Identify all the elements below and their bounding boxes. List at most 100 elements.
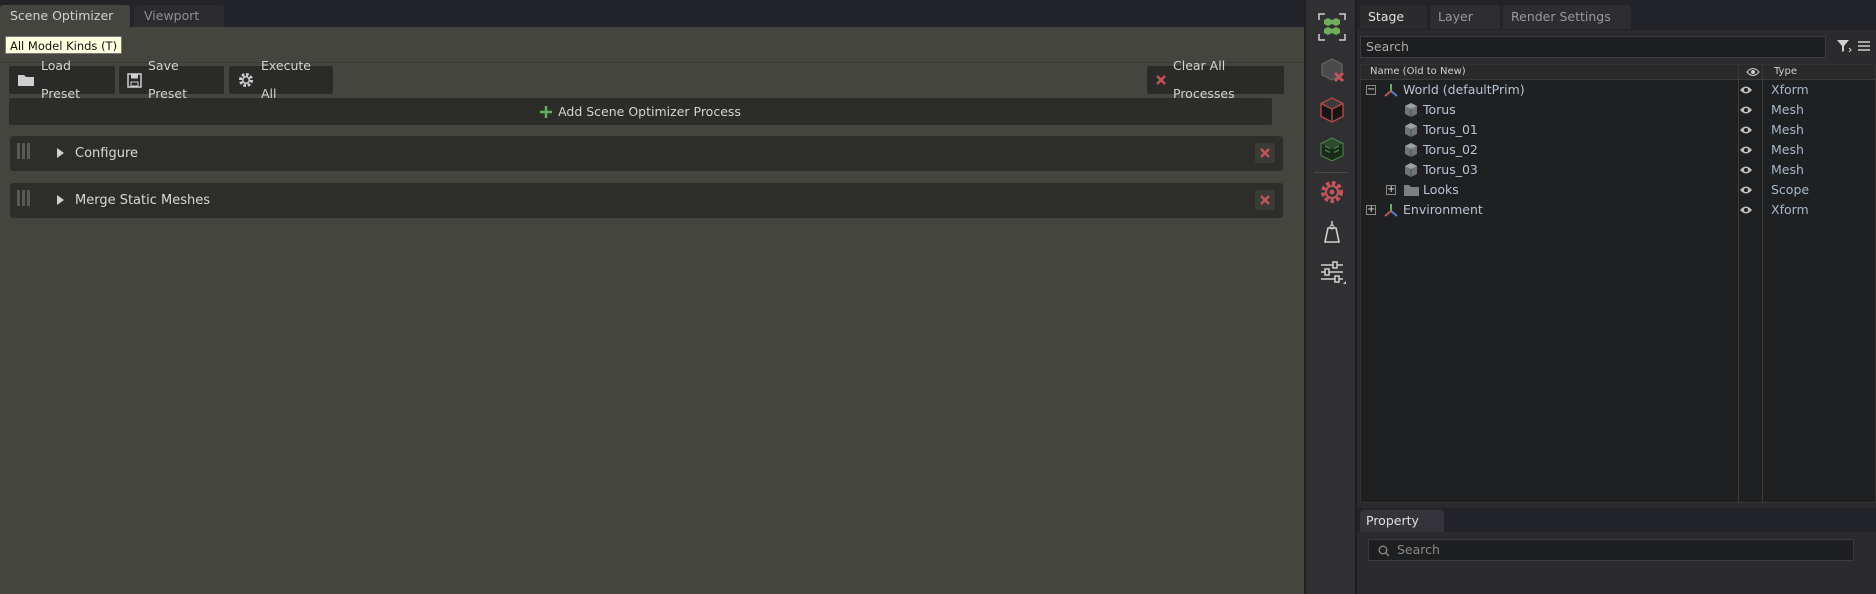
mesh-icon xyxy=(1405,103,1417,117)
select-model-kinds-button[interactable] xyxy=(1317,12,1347,42)
visibility-eye-icon[interactable] xyxy=(1739,185,1753,195)
visibility-eye-icon[interactable] xyxy=(1739,205,1753,215)
visibility-eye-icon[interactable] xyxy=(1739,105,1753,115)
process-label: Merge Static Meshes xyxy=(75,193,211,208)
gear-icon xyxy=(1321,181,1343,203)
expand-toggle[interactable]: + xyxy=(1386,185,1396,195)
app-window: Scene Optimizer Viewport All Model Kinds… xyxy=(0,0,1876,594)
left-tab-bar: Scene Optimizer Viewport xyxy=(0,0,1304,27)
tree-row-type: Mesh xyxy=(1771,122,1804,137)
mesh-mode-button[interactable] xyxy=(1317,95,1347,125)
remove-process-button[interactable] xyxy=(1255,143,1275,163)
tab-viewport[interactable]: Viewport xyxy=(134,5,224,27)
menu-icon[interactable] xyxy=(1856,38,1872,54)
plus-icon xyxy=(540,105,553,118)
property-search-placeholder: Search xyxy=(1397,542,1440,557)
tree-row-environment[interactable]: + Environment Xform xyxy=(1361,200,1875,220)
weight-tool-button[interactable] xyxy=(1317,217,1347,247)
property-search-input[interactable]: Search xyxy=(1368,539,1854,561)
folder-icon xyxy=(18,75,34,86)
clear-all-processes-button[interactable]: Clear All Processes xyxy=(1147,58,1284,101)
green-cube-icon xyxy=(1320,137,1344,162)
search-icon xyxy=(1378,545,1390,557)
expand-toggle[interactable]: + xyxy=(1366,205,1376,215)
drag-handle-icon[interactable] xyxy=(17,190,31,206)
red-cube-icon xyxy=(1320,97,1344,123)
mesh-icon xyxy=(1405,143,1417,157)
expand-arrow-icon[interactable] xyxy=(57,148,64,158)
tree-row-type: Mesh xyxy=(1771,162,1804,177)
process-label: Configure xyxy=(75,146,139,161)
tooltip: All Model Kinds (T) xyxy=(5,36,123,54)
process-item-merge-static-meshes[interactable]: Merge Static Meshes xyxy=(10,183,1283,218)
material-mode-button[interactable] xyxy=(1317,134,1347,164)
weight-icon xyxy=(1324,221,1340,243)
visibility-eye-icon[interactable] xyxy=(1739,165,1753,175)
add-process-label: Add Scene Optimizer Process xyxy=(558,104,741,119)
process-item-configure[interactable]: Configure xyxy=(10,136,1283,171)
tree-row-type: Scope xyxy=(1771,182,1810,197)
drag-handle-icon[interactable] xyxy=(17,143,31,159)
folder-icon xyxy=(1404,185,1419,196)
tab-scene-optimizer[interactable]: Scene Optimizer xyxy=(0,5,130,27)
mesh-icon xyxy=(1405,123,1417,137)
tree-row-type: Xform xyxy=(1771,202,1809,217)
load-preset-button[interactable]: Load Preset xyxy=(9,58,115,101)
expand-arrow-icon[interactable] xyxy=(57,195,64,205)
tree-row-torus[interactable]: Torus Mesh xyxy=(1361,100,1875,120)
tree-row-label: Torus_03 xyxy=(1423,162,1478,177)
cube-x-icon xyxy=(1321,58,1345,83)
tree-row-looks[interactable]: + Looks Scope xyxy=(1361,180,1875,200)
tree-row-torus-02[interactable]: Torus_02 Mesh xyxy=(1361,140,1875,160)
stage-tree: Name (Old to New) Type − World (defaultP… xyxy=(1360,64,1876,503)
column-name-header[interactable]: Name (Old to New) xyxy=(1370,65,1466,79)
tab-render-settings[interactable]: Render Settings xyxy=(1503,5,1631,29)
tree-row-torus-01[interactable]: Torus_01 Mesh xyxy=(1361,120,1875,140)
tree-row-label: Environment xyxy=(1403,202,1483,217)
tab-stage[interactable]: Stage xyxy=(1360,5,1427,29)
xform-icon xyxy=(1384,204,1398,217)
tree-row-label: Torus xyxy=(1423,102,1456,117)
visibility-eye-icon[interactable] xyxy=(1739,85,1753,95)
tree-row-type: Mesh xyxy=(1771,102,1804,117)
property-panel: Search xyxy=(1357,532,1876,594)
collapse-toggle[interactable]: − xyxy=(1366,85,1376,95)
stage-panel: Stage Layer Render Settings Search Name … xyxy=(1357,0,1876,594)
tree-row-label: Torus_01 xyxy=(1423,122,1478,137)
gear-icon xyxy=(239,73,253,87)
scene-optimizer-panel: Scene Optimizer Viewport All Model Kinds… xyxy=(0,0,1305,594)
stage-search-input[interactable]: Search xyxy=(1360,36,1826,58)
save-preset-button[interactable]: Save Preset xyxy=(119,58,224,101)
close-icon xyxy=(1260,195,1270,205)
viewport-toolbar xyxy=(1306,0,1356,594)
tab-layer[interactable]: Layer xyxy=(1430,5,1500,29)
tree-header: Name (Old to New) Type xyxy=(1361,65,1875,80)
tab-property[interactable]: Property xyxy=(1360,510,1444,532)
tree-row-type: Xform xyxy=(1771,82,1809,97)
visibility-eye-icon[interactable] xyxy=(1739,145,1753,155)
save-icon xyxy=(127,72,142,88)
toolbar-divider xyxy=(1314,172,1348,173)
tree-row-world[interactable]: − World (defaultPrim) Xform xyxy=(1361,80,1875,100)
close-icon xyxy=(1260,148,1270,158)
xform-icon xyxy=(1384,84,1398,97)
tree-row-type: Mesh xyxy=(1771,142,1804,157)
mesh-icon xyxy=(1405,163,1417,177)
add-scene-optimizer-process-button[interactable]: Add Scene Optimizer Process xyxy=(9,98,1272,125)
close-icon xyxy=(1156,75,1166,85)
property-tab-bar: Property xyxy=(1357,508,1876,532)
right-tab-bar: Stage Layer Render Settings xyxy=(1357,0,1876,30)
sliders-button[interactable] xyxy=(1317,257,1347,287)
sliders-icon xyxy=(1321,261,1346,284)
remove-process-button[interactable] xyxy=(1255,190,1275,210)
deselect-all-button[interactable] xyxy=(1317,55,1347,85)
tree-row-torus-03[interactable]: Torus_03 Mesh xyxy=(1361,160,1875,180)
filter-icon[interactable] xyxy=(1836,38,1852,54)
column-type-header[interactable]: Type xyxy=(1774,65,1797,79)
tree-row-label: World (defaultPrim) xyxy=(1403,82,1525,97)
eye-icon[interactable] xyxy=(1746,67,1760,77)
visibility-eye-icon[interactable] xyxy=(1739,125,1753,135)
execute-all-button[interactable]: Execute All xyxy=(229,58,333,101)
tree-row-label: Looks xyxy=(1423,182,1459,197)
settings-button[interactable] xyxy=(1317,177,1347,207)
